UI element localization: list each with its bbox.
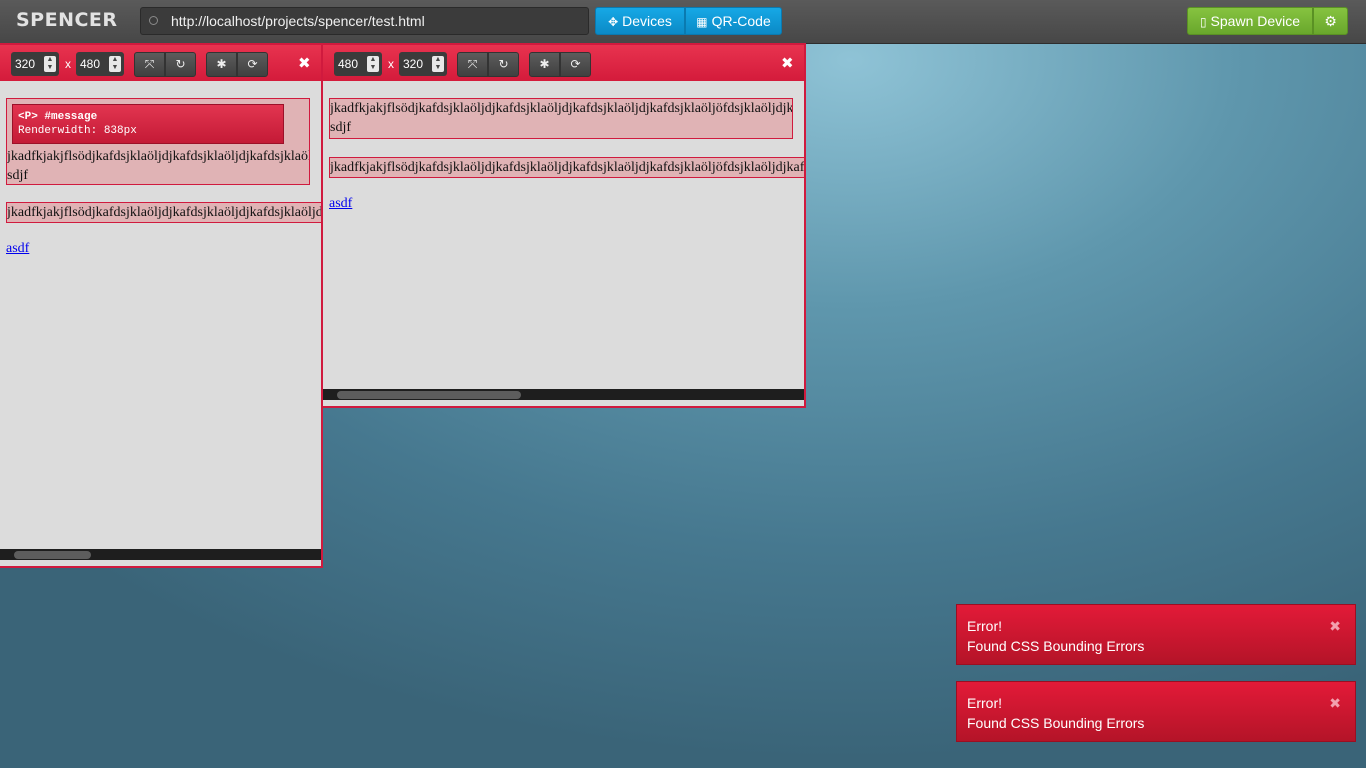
fullscreen-button[interactable]: ⤧	[134, 52, 165, 77]
asdf-link[interactable]: asdf	[329, 196, 352, 212]
spawn-device-label: Spawn Device	[1210, 13, 1301, 29]
height-stepper[interactable]: 320 ▲ ▼	[399, 52, 447, 76]
debug-button[interactable]: ✱	[206, 52, 237, 77]
refresh-button[interactable]: ⟳	[237, 52, 268, 77]
width-value[interactable]: 480	[338, 57, 358, 71]
expand-icon: ⤧	[467, 57, 478, 71]
toast-message: Found CSS Bounding Errors	[967, 715, 1145, 731]
paragraph-text-line2: sdjf	[330, 120, 351, 135]
spinner-arrows-icon[interactable]: ▲ ▼	[44, 56, 56, 72]
horizontal-scrollbar[interactable]	[0, 549, 321, 560]
url-bar[interactable]: http://localhost/projects/spencer/test.h…	[140, 7, 589, 35]
qr-code-icon: ▦	[696, 15, 708, 29]
device-viewport[interactable]: jkadfkjakjflsödjkafdsjklaöljdjkafdsjklaö…	[323, 81, 804, 389]
rotate-icon: ↻	[175, 57, 186, 71]
close-icon[interactable]: ✖	[781, 54, 794, 72]
paragraph-text: jkadfkjakjflsödjkafdsjklaöljdjkafdsjklaö…	[7, 149, 309, 164]
tooltip-selector: <P> #message	[18, 111, 98, 123]
rotate-button[interactable]: ↻	[165, 52, 196, 77]
rotate-button[interactable]: ↻	[488, 52, 519, 77]
expand-icon: ⤧	[144, 57, 155, 71]
overflow-paragraph: jkadfkjakjflsödjkafdsjklaöljdjkafdsjklaö…	[6, 202, 321, 223]
gear-icon: ⚙	[1324, 13, 1337, 29]
bug-icon: ✱	[216, 57, 227, 71]
mobile-icon: ▯	[1199, 15, 1207, 29]
dimension-separator: x	[65, 57, 71, 71]
top-bar: SPENCER http://localhost/projects/spence…	[0, 0, 1366, 44]
width-value[interactable]: 320	[15, 57, 35, 71]
refresh-icon: ⟳	[247, 57, 258, 71]
settings-button[interactable]: ⚙	[1313, 7, 1348, 35]
device-window-480x320[interactable]: 480 ▲ ▼ x 320 ▲ ▼ ⤧ ↻ ✱ ⟳ ✖ jkadfkjakjflsö…	[321, 43, 806, 408]
paragraph-text-line2: sdjf	[7, 168, 28, 183]
height-value[interactable]: 480	[80, 57, 100, 71]
rotate-icon: ↻	[498, 57, 509, 71]
devices-button[interactable]: ✥ Devices	[595, 7, 685, 35]
close-icon[interactable]: ✖	[298, 54, 311, 72]
width-stepper[interactable]: 320 ▲ ▼	[11, 52, 59, 76]
toast-message: Found CSS Bounding Errors	[967, 638, 1145, 654]
dimension-separator: x	[388, 57, 394, 71]
error-toast: Error! Found CSS Bounding Errors ✖	[956, 604, 1356, 665]
message-paragraph: jkadfkjakjflsödjkafdsjklaöljdjkafdsjklaö…	[329, 98, 793, 139]
toast-title: Error!	[967, 695, 1002, 711]
crosshair-icon: ✥	[608, 15, 619, 29]
close-icon[interactable]: ✖	[1329, 693, 1341, 713]
device-window-320x480[interactable]: 320 ▲ ▼ x 480 ▲ ▼ ⤧ ↻ ✱ ⟳ ✖ jkadfkjakjflsö…	[0, 43, 323, 568]
spinner-arrows-icon[interactable]: ▲ ▼	[367, 56, 379, 72]
spinner-arrows-icon[interactable]: ▲ ▼	[109, 56, 121, 72]
fullscreen-button[interactable]: ⤧	[457, 52, 488, 77]
app-logo: SPENCER	[16, 9, 118, 31]
spinner-arrows-icon[interactable]: ▲ ▼	[432, 56, 444, 72]
element-inspector-tooltip: <P> #message Renderwidth: 838px	[12, 104, 284, 144]
paragraph-text: jkadfkjakjflsödjkafdsjklaöljdjkafdsjklaö…	[330, 101, 793, 116]
compass-icon	[149, 16, 158, 25]
toast-title: Error!	[967, 618, 1002, 634]
debug-button[interactable]: ✱	[529, 52, 560, 77]
device-toolbar: 480 ▲ ▼ x 320 ▲ ▼ ⤧ ↻ ✱ ⟳ ✖	[323, 45, 804, 81]
scrollbar-thumb[interactable]	[14, 551, 91, 559]
horizontal-scrollbar[interactable]	[323, 389, 804, 400]
qr-code-button[interactable]: ▦ QR-Code	[685, 7, 782, 35]
refresh-icon: ⟳	[570, 57, 581, 71]
spawn-device-button[interactable]: ▯ Spawn Device	[1187, 7, 1313, 35]
asdf-link[interactable]: asdf	[6, 241, 29, 257]
devices-label: Devices	[622, 13, 672, 29]
tooltip-renderwidth: Renderwidth: 838px	[18, 125, 137, 137]
overflow-paragraph: jkadfkjakjflsödjkafdsjklaöljdjkafdsjklaö…	[329, 157, 804, 178]
close-icon[interactable]: ✖	[1329, 616, 1341, 636]
url-text[interactable]: http://localhost/projects/spencer/test.h…	[171, 8, 425, 34]
device-toolbar: 320 ▲ ▼ x 480 ▲ ▼ ⤧ ↻ ✱ ⟳ ✖	[0, 45, 321, 81]
bug-icon: ✱	[539, 57, 550, 71]
width-stepper[interactable]: 480 ▲ ▼	[334, 52, 382, 76]
height-stepper[interactable]: 480 ▲ ▼	[76, 52, 124, 76]
scrollbar-thumb[interactable]	[337, 391, 521, 399]
height-value[interactable]: 320	[403, 57, 423, 71]
refresh-button[interactable]: ⟳	[560, 52, 591, 77]
error-toast: Error! Found CSS Bounding Errors ✖	[956, 681, 1356, 742]
qr-code-label: QR-Code	[711, 13, 771, 29]
device-viewport[interactable]: jkadfkjakjflsödjkafdsjklaöljdjkafdsjklaö…	[0, 81, 321, 566]
